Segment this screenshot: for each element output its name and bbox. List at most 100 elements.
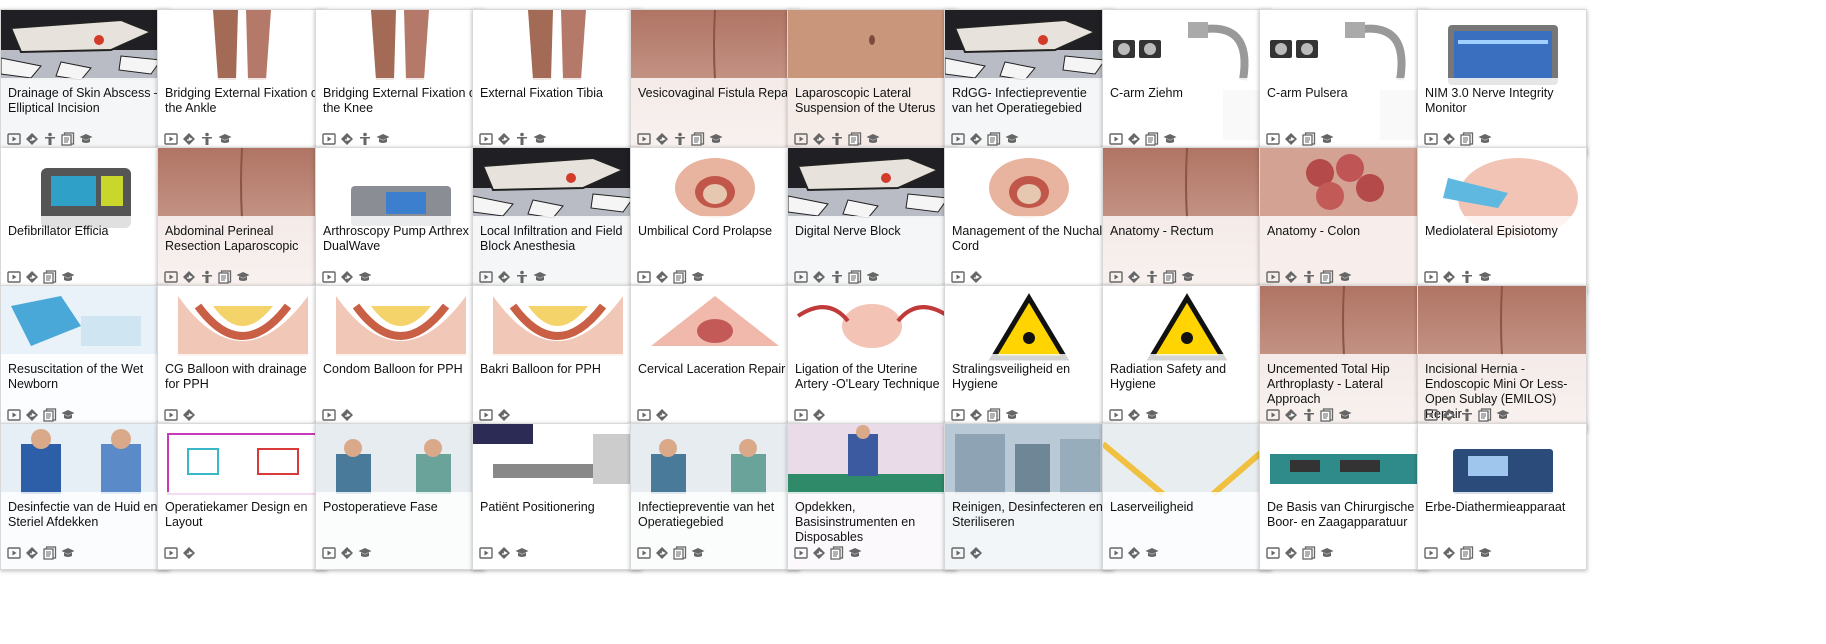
module-card-17[interactable]: Management of the Nuchal Cord bbox=[944, 147, 1114, 294]
module-card-38[interactable]: Laserveiligheid bbox=[1102, 423, 1272, 570]
module-card-11[interactable]: Defibrillator Efficia bbox=[0, 147, 170, 294]
module-card-1[interactable]: Drainage of Skin Abscess – Elliptical In… bbox=[0, 9, 170, 156]
directions-icon bbox=[1127, 132, 1141, 146]
documents-icon bbox=[43, 408, 57, 422]
module-card-3[interactable]: Bridging External Fixation of the Knee bbox=[315, 9, 485, 156]
video-icon bbox=[479, 408, 493, 422]
video-icon bbox=[794, 132, 808, 146]
directions-icon bbox=[812, 408, 826, 422]
module-card-32[interactable]: Operatiekamer Design en Layout bbox=[157, 423, 327, 570]
module-card-9[interactable]: C-arm Pulsera bbox=[1259, 9, 1429, 156]
directions-icon bbox=[497, 408, 511, 422]
module-feature-icons bbox=[637, 132, 723, 146]
module-feature-icons bbox=[7, 408, 75, 422]
module-card-24[interactable]: Bakri Balloon for PPH bbox=[472, 285, 642, 432]
directions-icon bbox=[655, 408, 669, 422]
module-feature-icons bbox=[322, 270, 372, 284]
graduation-cap-icon bbox=[1145, 408, 1159, 422]
module-card-18[interactable]: Anatomy - Rectum bbox=[1102, 147, 1272, 294]
module-card-23[interactable]: Condom Balloon for PPH bbox=[315, 285, 485, 432]
module-card-25[interactable]: Cervical Laceration Repair bbox=[630, 285, 800, 432]
directions-icon bbox=[182, 546, 196, 560]
module-card-39[interactable]: De Basis van Chirurgische Boor- en Zaaga… bbox=[1259, 423, 1429, 570]
module-card-15[interactable]: Umbilical Cord Prolapse bbox=[630, 147, 800, 294]
module-card-2[interactable]: Bridging External Fixation of the Ankle bbox=[157, 9, 327, 156]
person-icon bbox=[673, 132, 687, 146]
module-card-20[interactable]: Mediolateral Episiotomy bbox=[1417, 147, 1587, 294]
directions-icon bbox=[1284, 270, 1298, 284]
directions-icon bbox=[1442, 408, 1456, 422]
module-feature-icons bbox=[7, 270, 75, 284]
graduation-cap-icon bbox=[61, 546, 75, 560]
module-title: Drainage of Skin Abscess – Elliptical In… bbox=[8, 86, 161, 115]
video-icon bbox=[479, 270, 493, 284]
module-card-40[interactable]: Erbe-Diathermieapparaat bbox=[1417, 423, 1587, 570]
module-card-27[interactable]: Stralingsveiligheid en Hygiene bbox=[944, 285, 1114, 432]
graduation-cap-icon bbox=[358, 270, 372, 284]
module-card-6[interactable]: Laparoscopic Lateral Suspension of the U… bbox=[787, 9, 957, 156]
module-title: Umbilical Cord Prolapse bbox=[638, 224, 773, 238]
module-feature-icons bbox=[951, 546, 983, 560]
person-icon bbox=[358, 132, 372, 146]
video-icon bbox=[794, 546, 808, 560]
module-card-35[interactable]: Infectiepreventie van het Operatiegebied bbox=[630, 423, 800, 570]
video-icon bbox=[7, 546, 21, 560]
person-icon bbox=[43, 132, 57, 146]
directions-icon bbox=[812, 132, 826, 146]
module-card-30[interactable]: Incisional Hernia - Endoscopic Mini Or L… bbox=[1417, 285, 1587, 432]
directions-icon bbox=[655, 546, 669, 560]
module-card-4[interactable]: External Fixation Tibia bbox=[472, 9, 642, 156]
graduation-cap-icon bbox=[709, 132, 723, 146]
module-card-21[interactable]: Resuscitation of the Wet Newborn bbox=[0, 285, 170, 432]
directions-icon bbox=[1127, 270, 1141, 284]
video-icon bbox=[1266, 132, 1280, 146]
video-icon bbox=[164, 132, 178, 146]
graduation-cap-icon bbox=[1478, 132, 1492, 146]
person-icon bbox=[1460, 408, 1474, 422]
module-title: External Fixation Tibia bbox=[480, 86, 603, 100]
module-feature-icons bbox=[164, 132, 232, 146]
module-title: De Basis van Chirurgische Boor- en Zaaga… bbox=[1267, 500, 1415, 529]
graduation-cap-icon bbox=[848, 546, 862, 560]
person-icon bbox=[1145, 270, 1159, 284]
directions-icon bbox=[25, 270, 39, 284]
module-card-36[interactable]: Opdekken, Basisinstrumenten en Disposabl… bbox=[787, 423, 957, 570]
module-card-37[interactable]: Reinigen, Desinfecteren en Steriliseren bbox=[944, 423, 1114, 570]
module-card-10[interactable]: NIM 3.0 Nerve Integrity Monitor bbox=[1417, 9, 1587, 156]
documents-icon bbox=[1460, 132, 1474, 146]
module-card-19[interactable]: Anatomy - Colon bbox=[1259, 147, 1429, 294]
module-card-26[interactable]: Ligation of the Uterine Artery -O'Leary … bbox=[787, 285, 957, 432]
module-title: Vesicovaginal Fistula Repair bbox=[638, 86, 796, 100]
module-card-34[interactable]: Patiënt Positionering bbox=[472, 423, 642, 570]
module-card-33[interactable]: Postoperatieve Fase bbox=[315, 423, 485, 570]
module-feature-icons bbox=[1109, 546, 1159, 560]
documents-icon bbox=[1320, 270, 1334, 284]
module-feature-icons bbox=[1109, 408, 1159, 422]
module-card-12[interactable]: Abdominal Perineal Resection Laparoscopi… bbox=[157, 147, 327, 294]
documents-icon bbox=[830, 546, 844, 560]
module-feature-icons bbox=[951, 270, 983, 284]
person-icon bbox=[1302, 270, 1316, 284]
module-card-16[interactable]: Digital Nerve Block bbox=[787, 147, 957, 294]
module-card-29[interactable]: Uncemented Total Hip Arthroplasty - Late… bbox=[1259, 285, 1429, 432]
module-card-13[interactable]: Arthroscopy Pump Arthrex DualWave bbox=[315, 147, 485, 294]
module-card-7[interactable]: RdGG- Infectiepreventie van het Operatie… bbox=[944, 9, 1114, 156]
module-title: Laparoscopic Lateral Suspension of the U… bbox=[795, 86, 936, 115]
documents-icon bbox=[1145, 132, 1159, 146]
video-icon bbox=[322, 270, 336, 284]
module-card-28[interactable]: Radiation Safety and Hygiene bbox=[1102, 285, 1272, 432]
directions-icon bbox=[1284, 132, 1298, 146]
module-card-8[interactable]: C-arm Ziehm bbox=[1102, 9, 1272, 156]
documents-icon bbox=[1163, 270, 1177, 284]
module-card-14[interactable]: Local Infiltration and Field Block Anest… bbox=[472, 147, 642, 294]
documents-icon bbox=[1460, 546, 1474, 560]
module-feature-icons bbox=[1424, 546, 1492, 560]
directions-icon bbox=[812, 546, 826, 560]
module-card-5[interactable]: Vesicovaginal Fistula Repair bbox=[630, 9, 800, 156]
documents-icon bbox=[673, 270, 687, 284]
module-feature-icons bbox=[164, 546, 196, 560]
module-feature-icons bbox=[1109, 270, 1195, 284]
module-card-31[interactable]: Desinfectie van de Huid en Steriel Afdek… bbox=[0, 423, 170, 570]
module-card-22[interactable]: CG Balloon with drainage for PPH bbox=[157, 285, 327, 432]
documents-icon bbox=[1478, 408, 1492, 422]
